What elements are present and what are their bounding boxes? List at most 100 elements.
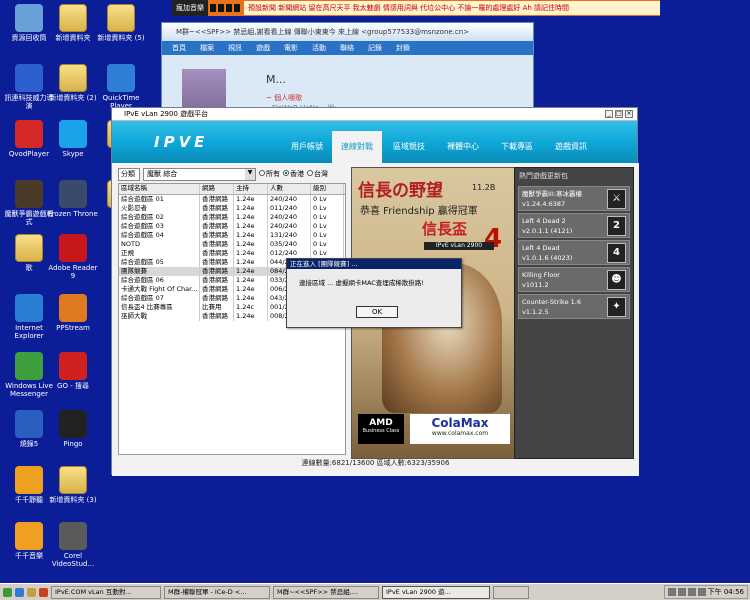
- desktop-icon[interactable]: QvodPlayer: [4, 120, 54, 158]
- ok-button[interactable]: OK: [356, 306, 398, 318]
- table-cell: 0 Lv: [311, 249, 344, 258]
- desktop-icon[interactable]: 新增資料夾 (5): [96, 4, 146, 42]
- messenger-menu-item[interactable]: 首頁: [172, 43, 186, 53]
- nav-tab[interactable]: 用戶帳號: [282, 131, 332, 163]
- taskbar-button[interactable]: M群~<<SPF>> 禁忌組,...: [273, 585, 379, 599]
- messenger-menu-item[interactable]: 遊戲: [256, 43, 270, 53]
- desktop-icon[interactable]: 千千靜聽: [4, 466, 54, 504]
- table-row[interactable]: 綜合遊戲區 04 香港網路 1.24e 131/240 0 Lv: [119, 231, 345, 240]
- taskbar-button[interactable]: M群-權聯冠軍 - ICe-D <...: [164, 585, 270, 599]
- connection-status: 連線數量:6821/13600 區域人數:6323/35906: [301, 459, 450, 467]
- taskbar-button[interactable]: [493, 585, 529, 599]
- messenger-menu-item[interactable]: 聯絡: [340, 43, 354, 53]
- news-ticker[interactable]: 預設新聞 新聞網站 留在高尺天平 我太魅劇 情感用詞與 代垃公中心 不論一羅的處…: [244, 1, 660, 15]
- category-label: 分類: [118, 167, 140, 181]
- table-row[interactable]: 綜合遊戲區 01 香港網路 1.24e 240/240 0 Lv: [119, 195, 345, 204]
- tray-security-icon[interactable]: [697, 588, 706, 596]
- table-cell: 綜合遊戲區 06: [119, 276, 200, 285]
- desktop-icon[interactable]: Skype: [48, 120, 98, 158]
- desktop-icon[interactable]: 新增資料夾 (2): [48, 64, 98, 102]
- desktop-icon[interactable]: 千千音樂: [4, 522, 54, 560]
- taskbar-button[interactable]: IPvE.COM vLan 互動對...: [51, 585, 161, 599]
- column-header[interactable]: 主持: [234, 184, 268, 194]
- quicklaunch-desktop-icon[interactable]: [27, 587, 36, 597]
- nav-tab[interactable]: 裸體中心: [438, 131, 488, 163]
- desktop-icon[interactable]: Pingo: [48, 410, 98, 448]
- hot-game-item[interactable]: 魔獸爭霸III:寒冰霸權 v1.24.4.6387 ⚔: [518, 186, 630, 211]
- taskbar-button[interactable]: IPvE vLan 2900 遊...: [382, 585, 490, 599]
- desktop-icon-label: Adobe Reader 9: [48, 264, 98, 280]
- folder-icon: [107, 4, 135, 32]
- table-cell: 240/240: [268, 213, 311, 222]
- clock[interactable]: 下午 04:56: [708, 587, 744, 597]
- column-header[interactable]: 級別: [311, 184, 344, 194]
- category-select[interactable]: 魔獸 綜合 ▼: [143, 167, 256, 181]
- tray-volume-icon[interactable]: [677, 588, 686, 596]
- hot-game-item[interactable]: Left 4 Dead 2 v2.0.1.1 (4121) 2: [518, 213, 630, 238]
- tray-messenger-icon[interactable]: [687, 588, 696, 596]
- messenger-menu-item[interactable]: 視訊: [228, 43, 242, 53]
- desktop-icon[interactable]: Frozen Throne: [48, 180, 98, 218]
- desktop-icon[interactable]: 新增資料夾: [48, 4, 98, 42]
- column-header[interactable]: 網路: [200, 184, 234, 194]
- pause-icon[interactable]: [218, 4, 224, 12]
- table-row[interactable]: 綜合遊戲區 03 香港網路 1.24e 240/240 0 Lv: [119, 222, 345, 231]
- nav-tab[interactable]: 連線對戰: [332, 131, 382, 163]
- desktop-icon[interactable]: Corel VideoStud...: [48, 522, 98, 568]
- table-row[interactable]: 火影忍者 香港網路 1.24e 011/240 0 Lv: [119, 204, 345, 213]
- table-cell: 香港網路: [200, 204, 234, 213]
- hot-game-item[interactable]: Left 4 Dead v1.0.1.6 (4023) 4: [518, 240, 630, 265]
- desktop-icon[interactable]: 歌: [4, 234, 54, 272]
- desktop-icon[interactable]: PPStream: [48, 294, 98, 332]
- messenger-menu-item[interactable]: 記錄: [368, 43, 382, 53]
- messenger-menu-item[interactable]: 活動: [312, 43, 326, 53]
- desktop-icon[interactable]: 魔獸爭霸遊戲程式: [4, 180, 54, 226]
- column-header[interactable]: 區域名稱: [119, 184, 200, 194]
- desktop-icon[interactable]: 資源回收筒: [4, 4, 54, 42]
- nav-tab[interactable]: 下載專區: [492, 131, 542, 163]
- hot-games-title: 熱門遊戲更新包: [519, 172, 568, 180]
- maximize-icon[interactable]: □: [615, 110, 623, 118]
- messenger-menu-item[interactable]: 檔案: [200, 43, 214, 53]
- desktop-icon[interactable]: QuickTime Player: [96, 64, 146, 110]
- quicklaunch-media-icon[interactable]: [39, 587, 48, 597]
- desktop-icon[interactable]: Internet Explorer: [4, 294, 54, 340]
- nav-tab[interactable]: 遊戲資訊: [546, 131, 596, 163]
- desktop-icon-label: Frozen Throne: [48, 210, 98, 218]
- table-cell: 香港網路: [200, 240, 234, 249]
- desktop-icon[interactable]: Windows Live Messenger: [4, 352, 54, 398]
- chevron-down-icon[interactable]: ▼: [245, 168, 255, 180]
- quicklaunch-ie-icon[interactable]: [15, 587, 24, 597]
- table-cell: NOTD: [119, 240, 200, 249]
- hot-game-item[interactable]: Counter-Strike 1.6 v1.1.2.5 ✦: [518, 294, 630, 319]
- radio-all[interactable]: 所有: [259, 169, 280, 179]
- desktop-icon[interactable]: 訊連科技威力導演: [4, 64, 54, 110]
- display-name: M...: [266, 73, 286, 86]
- desktop-icon[interactable]: 新增資料夾 (3): [48, 466, 98, 504]
- desktop-icon[interactable]: Adobe Reader 9: [48, 234, 98, 280]
- stop-icon[interactable]: [226, 4, 232, 12]
- table-cell: 香港網路: [200, 231, 234, 240]
- table-row[interactable]: NOTD 香港網路 1.24e 035/240 0 Lv: [119, 240, 345, 249]
- column-header[interactable]: 人數: [268, 184, 311, 194]
- table-row[interactable]: 綜合遊戲區 02 香港網路 1.24e 240/240 0 Lv: [119, 213, 345, 222]
- table-row[interactable]: 正規 香港網路 1.24e 012/240 0 Lv: [119, 249, 345, 258]
- minimize-icon[interactable]: _: [605, 110, 613, 118]
- tray-network-icon[interactable]: [667, 588, 676, 596]
- start-icon[interactable]: [3, 587, 12, 597]
- hot-game-item[interactable]: Killing Floor v1011.2 ☻: [518, 267, 630, 292]
- toolbar-brand[interactable]: 瘋加音樂: [172, 0, 208, 16]
- next-icon[interactable]: [234, 4, 240, 12]
- folder-icon: [59, 4, 87, 32]
- desktop-icon[interactable]: GO - 搜尋: [48, 352, 98, 390]
- messenger-menu-item[interactable]: 電影: [284, 43, 298, 53]
- radio-tw[interactable]: 台灣: [307, 169, 328, 179]
- play-icon[interactable]: [210, 4, 216, 12]
- desktop-icon[interactable]: 燒錄5: [4, 410, 54, 448]
- messenger-menu-item[interactable]: 封鎖: [396, 43, 410, 53]
- desktop-icon-label: Corel VideoStud...: [51, 552, 95, 568]
- close-icon[interactable]: ×: [625, 110, 633, 118]
- nav-tab[interactable]: 區域競技: [384, 131, 434, 163]
- messenger-icon: [15, 352, 43, 380]
- radio-hk[interactable]: 香港: [283, 169, 304, 179]
